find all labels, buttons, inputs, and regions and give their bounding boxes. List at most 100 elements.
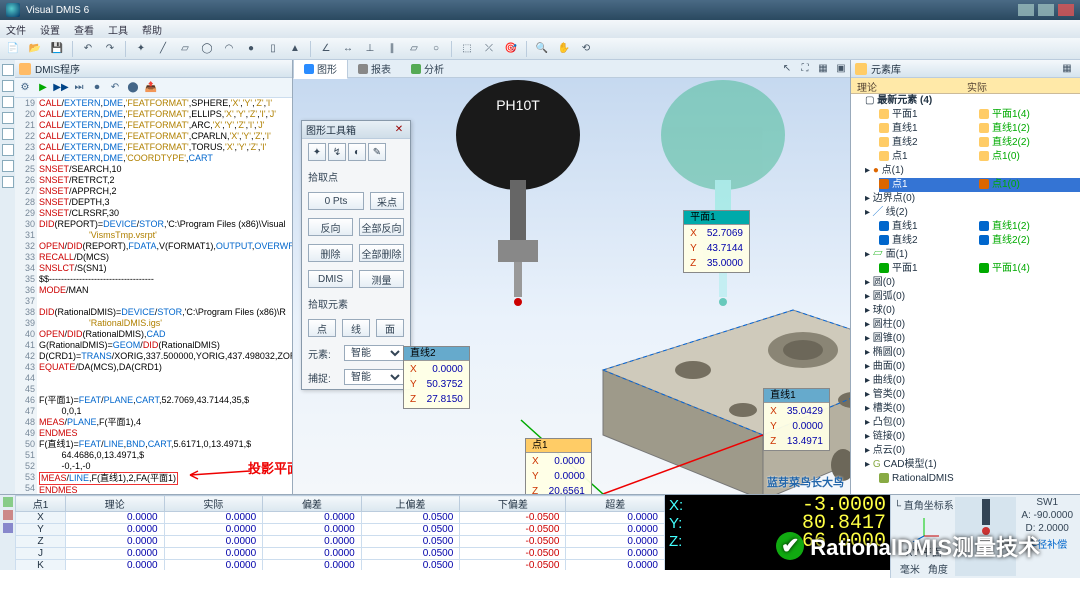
tab-report[interactable]: 报表	[348, 60, 401, 78]
unit-deg[interactable]: 角度	[928, 561, 948, 576]
dmis-button[interactable]: DMIS	[308, 270, 353, 288]
panel-icon	[855, 63, 867, 75]
pick-point-button[interactable]: 采点	[370, 192, 404, 210]
close-button[interactable]	[1058, 4, 1074, 16]
gutter-btn[interactable]	[2, 64, 14, 76]
graphics-toolbox[interactable]: 图形工具箱✕ ✦ ↯ ◐ ✎ 拾取点 0 Pts采点 反向全部反向 删除全部删除…	[301, 120, 411, 390]
annotation-1: 投影平面	[248, 463, 292, 474]
menu-help[interactable]: 帮助	[142, 22, 162, 37]
code-editor[interactable]: 19 20 21 22 23 24 25 26 27 28 29 30 31 3…	[15, 98, 292, 494]
gutter-btn[interactable]	[2, 144, 14, 156]
position-readout: X:-3.0000 Y:80.8417 Z:66.0000	[665, 495, 890, 570]
reverse-button[interactable]: 反向	[308, 218, 353, 236]
gutter-btn[interactable]	[2, 160, 14, 172]
left-gutter	[0, 60, 15, 494]
reverse-all-button[interactable]: 全部反向	[359, 218, 404, 236]
redo-icon[interactable]: ↷	[101, 40, 119, 58]
plane-icon[interactable]: ▱	[176, 40, 194, 58]
tool-c[interactable]: ◐	[348, 143, 366, 161]
main-toolbar: 📄 📂 💾 ↶ ↷ ✦ ╱ ▱ ◯ ◠ ● ▯ ▲ ∠ ↔ ⊥ ∥ ⏥ ○ ⬚ …	[0, 38, 1080, 60]
elem-plane-button[interactable]: 面	[376, 319, 404, 337]
tool-a[interactable]: ✦	[308, 143, 326, 161]
stop-icon[interactable]: ▶▶	[53, 80, 69, 96]
probe-icon[interactable]: 🎯	[502, 40, 520, 58]
stylus-label: SW1	[1036, 497, 1058, 508]
pts-count: 0 Pts	[308, 192, 364, 210]
cursor-icon[interactable]: ↖	[778, 60, 796, 78]
grid-icon[interactable]: ▦	[814, 60, 832, 78]
pan-icon[interactable]: ✋	[555, 40, 573, 58]
point-icon[interactable]: ✦	[132, 40, 150, 58]
titlebar: Visual DMIS 6	[0, 0, 1080, 20]
cone-icon[interactable]: ▲	[286, 40, 304, 58]
tool-b[interactable]: ↯	[328, 143, 346, 161]
radius-comp-label[interactable]: 半径补偿	[1027, 536, 1067, 551]
grid-mode-icon[interactable]	[3, 497, 13, 507]
circle-icon[interactable]: ◯	[198, 40, 216, 58]
sphere-icon[interactable]: ●	[242, 40, 260, 58]
rotate-icon[interactable]: ⟲	[577, 40, 595, 58]
gutter-btn[interactable]	[2, 176, 14, 188]
coord-system-label: 直角坐标系	[904, 501, 954, 512]
grid-mode-icon[interactable]	[3, 510, 13, 520]
line-icon[interactable]: ╱	[154, 40, 172, 58]
zoom-icon[interactable]: 🔍	[533, 40, 551, 58]
round-icon[interactable]: ○	[427, 40, 445, 58]
step-icon[interactable]: ⏭	[71, 80, 87, 96]
measure-button[interactable]: 测量	[359, 270, 404, 288]
tool-d[interactable]: ✎	[368, 143, 386, 161]
menu-settings[interactable]: 设置	[40, 22, 60, 37]
maximize-button[interactable]	[1038, 4, 1054, 16]
view-front-icon[interactable]: ▣	[832, 60, 850, 78]
menu-tools[interactable]: 工具	[108, 22, 128, 37]
delete-button[interactable]: 删除	[308, 244, 353, 262]
dist-icon[interactable]: ↔	[339, 40, 357, 58]
coord-plane-label: XY 平面	[906, 544, 942, 559]
zoom-fit-icon[interactable]: ⛶	[796, 60, 814, 78]
gutter-btn[interactable]	[2, 96, 14, 108]
arc-icon[interactable]: ◠	[220, 40, 238, 58]
grid-mode-icon[interactable]	[3, 523, 13, 533]
compile-icon[interactable]: ⚙	[17, 80, 33, 96]
element-tree[interactable]: ▢ 最新元素 (4)平面1平面1(4)直线1直线1(2)直线2直线2(2)点1点…	[851, 94, 1080, 494]
dmis-program-panel: DMIS程序 ⚙ ▶ ▶▶ ⏭ ⏺ ↶ ⬤ 📤 19 20 21 22 23 2…	[15, 60, 293, 494]
tab-analysis[interactable]: 分析	[401, 60, 454, 78]
dmis-mini-toolbar: ⚙ ▶ ▶▶ ⏭ ⏺ ↶ ⬤ 📤	[15, 78, 292, 98]
minimize-button[interactable]	[1018, 4, 1034, 16]
angle-icon[interactable]: ∠	[317, 40, 335, 58]
snap-select[interactable]: 智能	[344, 369, 404, 385]
tab-graphics[interactable]: 图形	[293, 60, 348, 79]
gutter-btn[interactable]	[2, 128, 14, 140]
break-icon[interactable]: ⏺	[89, 80, 105, 96]
coord-icon[interactable]: ⬚	[458, 40, 476, 58]
axis-icon[interactable]: ⤫	[480, 40, 498, 58]
new-icon[interactable]: 📄	[4, 40, 22, 58]
results-grid[interactable]: 点1理论实际偏差上偏差下偏差超差X0.00000.00000.00000.050…	[15, 495, 665, 570]
dro-plane1: 平面1 X52.7069 Y43.7144 Z35.0000	[683, 210, 750, 273]
gutter-btn[interactable]	[2, 80, 14, 92]
unit-mm[interactable]: 毫米	[900, 561, 920, 576]
elem-line-button[interactable]: 线	[342, 319, 370, 337]
run-icon[interactable]: ▶	[35, 80, 51, 96]
back-icon[interactable]: ↶	[107, 80, 123, 96]
elem-select[interactable]: 智能	[344, 345, 404, 361]
save-icon[interactable]: 💾	[48, 40, 66, 58]
menu-view[interactable]: 查看	[74, 22, 94, 37]
toolbox-close-icon[interactable]: ✕	[392, 124, 406, 135]
3d-viewport[interactable]: 图形 报表 分析 ↖ ⛶ ▦ ▣	[293, 60, 850, 494]
record-icon[interactable]: ⬤	[125, 80, 141, 96]
panel-opt-icon[interactable]: ▦	[1058, 60, 1076, 78]
cylinder-icon[interactable]: ▯	[264, 40, 282, 58]
dro-line1: 直线1 X35.0429 Y0.0000 Z13.4971	[763, 388, 830, 451]
flat-icon[interactable]: ⏥	[405, 40, 423, 58]
export-icon[interactable]: 📤	[143, 80, 159, 96]
delete-all-button[interactable]: 全部删除	[359, 244, 404, 262]
para-icon[interactable]: ∥	[383, 40, 401, 58]
perp-icon[interactable]: ⊥	[361, 40, 379, 58]
menu-file[interactable]: 文件	[6, 22, 26, 37]
gutter-btn[interactable]	[2, 112, 14, 124]
undo-icon[interactable]: ↶	[79, 40, 97, 58]
dmis-panel-title: DMIS程序	[35, 61, 80, 76]
open-icon[interactable]: 📂	[26, 40, 44, 58]
elem-point-button[interactable]: 点	[308, 319, 336, 337]
